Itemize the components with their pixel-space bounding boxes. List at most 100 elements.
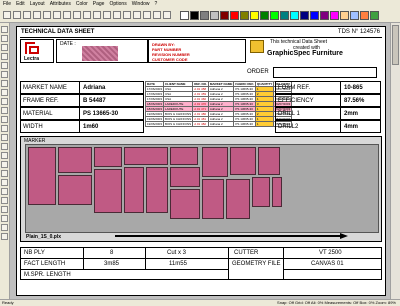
left-info-row: MATERIAL PS 13665-30 <box>20 107 144 120</box>
menu-item[interactable]: Window <box>132 0 150 9</box>
toolbar-button[interactable] <box>93 11 101 19</box>
right-info-label: DRILL 1 <box>278 111 300 117</box>
toolbar-button[interactable] <box>33 11 41 19</box>
tool-button[interactable] <box>1 26 8 33</box>
right-info-value: 2mm <box>344 111 359 117</box>
menu-item[interactable]: Attributes <box>50 0 71 9</box>
tool-button[interactable] <box>1 62 8 69</box>
color-swatch[interactable] <box>350 11 359 20</box>
menu-item[interactable]: Edit <box>16 0 25 9</box>
toolbar-button[interactable] <box>103 11 111 19</box>
toolbar-button[interactable] <box>153 11 161 19</box>
tool-button[interactable] <box>1 53 8 60</box>
color-swatch[interactable] <box>360 11 369 20</box>
color-swatch[interactable] <box>240 11 249 20</box>
color-swatch[interactable] <box>250 11 259 20</box>
technical-data-sheet[interactable]: TECHNICAL DATA SHEET TDS N° 124576 Lectr… <box>16 26 386 296</box>
tool-button[interactable] <box>1 35 8 42</box>
right-info-value: 10-865 <box>344 85 363 91</box>
toolbar-button[interactable] <box>123 11 131 19</box>
menu-item[interactable]: Options <box>109 0 126 9</box>
toolbar-button[interactable] <box>113 11 121 19</box>
color-swatch[interactable] <box>220 11 229 20</box>
tool-button[interactable] <box>1 71 8 78</box>
toolbar-button[interactable] <box>3 11 11 19</box>
right-info-label: FOAM REF. <box>278 85 311 91</box>
order-cell: PS 13665-30 <box>233 96 256 102</box>
color-swatch[interactable] <box>230 11 239 20</box>
color-swatch[interactable] <box>290 11 299 20</box>
color-swatch[interactable] <box>300 11 309 20</box>
tool-button[interactable] <box>1 89 8 96</box>
tool-button[interactable] <box>1 188 8 195</box>
tool-button[interactable] <box>1 215 8 222</box>
toolbar-button[interactable] <box>143 11 151 19</box>
menu-item[interactable]: Color <box>76 0 88 9</box>
color-swatch[interactable] <box>370 11 379 20</box>
promo-brand: GraphicSpec Furniture <box>267 50 343 57</box>
menu-item[interactable]: Page <box>93 0 105 9</box>
toolbar-button[interactable] <box>13 11 21 19</box>
geometry-file-value: CANVAS 01 <box>311 261 344 267</box>
color-swatch[interactable] <box>180 11 189 20</box>
color-swatch[interactable] <box>330 11 339 20</box>
order-cell: PS 13665-30 <box>233 116 256 122</box>
color-swatch[interactable] <box>270 11 279 20</box>
menu-item[interactable]: Layout <box>30 0 45 9</box>
toolbar-button[interactable] <box>43 11 51 19</box>
toolbar-button[interactable] <box>83 11 91 19</box>
tool-palette <box>0 23 10 299</box>
order-cell: 17/06/2003 <box>144 86 165 92</box>
tool-button[interactable] <box>1 98 8 105</box>
vertical-scrollbar[interactable] <box>390 23 400 299</box>
tool-button[interactable] <box>1 80 8 87</box>
total-length-value: 11m55 <box>169 261 187 267</box>
order-lines-table: DATE CLIENT NAME REF. NO. MARKET NAME FABRIC… <box>144 81 293 127</box>
color-swatch[interactable] <box>260 11 269 20</box>
color-swatch[interactable] <box>210 11 219 20</box>
order-header-cell: FABRIC REF. <box>233 81 256 87</box>
color-swatch[interactable] <box>320 11 329 20</box>
color-swatch[interactable] <box>190 11 199 20</box>
tool-button[interactable] <box>1 224 8 231</box>
toolbar-button[interactable] <box>53 11 61 19</box>
tool-button[interactable] <box>1 125 8 132</box>
color-swatch[interactable] <box>200 11 209 20</box>
tool-button[interactable] <box>1 152 8 159</box>
toolbar-button[interactable] <box>163 11 171 19</box>
left-info-value: PS 13665-30 <box>83 111 119 117</box>
order-cell: Adriana 2 <box>207 121 235 127</box>
toolbar-button[interactable] <box>133 11 141 19</box>
toolbar-button[interactable] <box>63 11 71 19</box>
tool-button[interactable] <box>1 143 8 150</box>
tool-button[interactable] <box>1 170 8 177</box>
order-cell: A 01 480 <box>192 111 209 117</box>
order-header-cell: REF. NO. <box>192 81 209 87</box>
tool-button[interactable] <box>1 161 8 168</box>
menu-item[interactable]: ? <box>155 0 158 9</box>
customer-code-label: CUSTOMER CODE <box>152 57 188 62</box>
tool-button[interactable] <box>1 179 8 186</box>
order-cell: PS 13665-30 <box>233 91 256 97</box>
tool-button[interactable] <box>1 197 8 204</box>
tool-button[interactable] <box>1 134 8 141</box>
color-swatch[interactable] <box>280 11 289 20</box>
sofa-icon <box>250 40 264 53</box>
tool-button[interactable] <box>1 44 8 51</box>
toolbar-button[interactable] <box>23 11 31 19</box>
toolbar-button[interactable] <box>73 11 81 19</box>
mspr-length-label: M.SPR. LENGTH <box>24 272 71 278</box>
pattern-piece <box>94 169 122 213</box>
tool-button[interactable] <box>1 233 8 240</box>
tool-button[interactable] <box>1 107 8 114</box>
color-swatch[interactable] <box>310 11 319 20</box>
pattern-piece <box>124 167 144 213</box>
arrow-head-icon <box>340 233 348 239</box>
scroll-thumb[interactable] <box>392 25 399 65</box>
menu-item[interactable]: File <box>3 0 11 9</box>
marker-panel: MARKER Plain_1S_0.plx <box>20 136 382 242</box>
color-swatch[interactable] <box>340 11 349 20</box>
tool-button[interactable] <box>1 116 8 123</box>
tool-button[interactable] <box>1 206 8 213</box>
cutter-label: CUTTER <box>234 250 259 256</box>
